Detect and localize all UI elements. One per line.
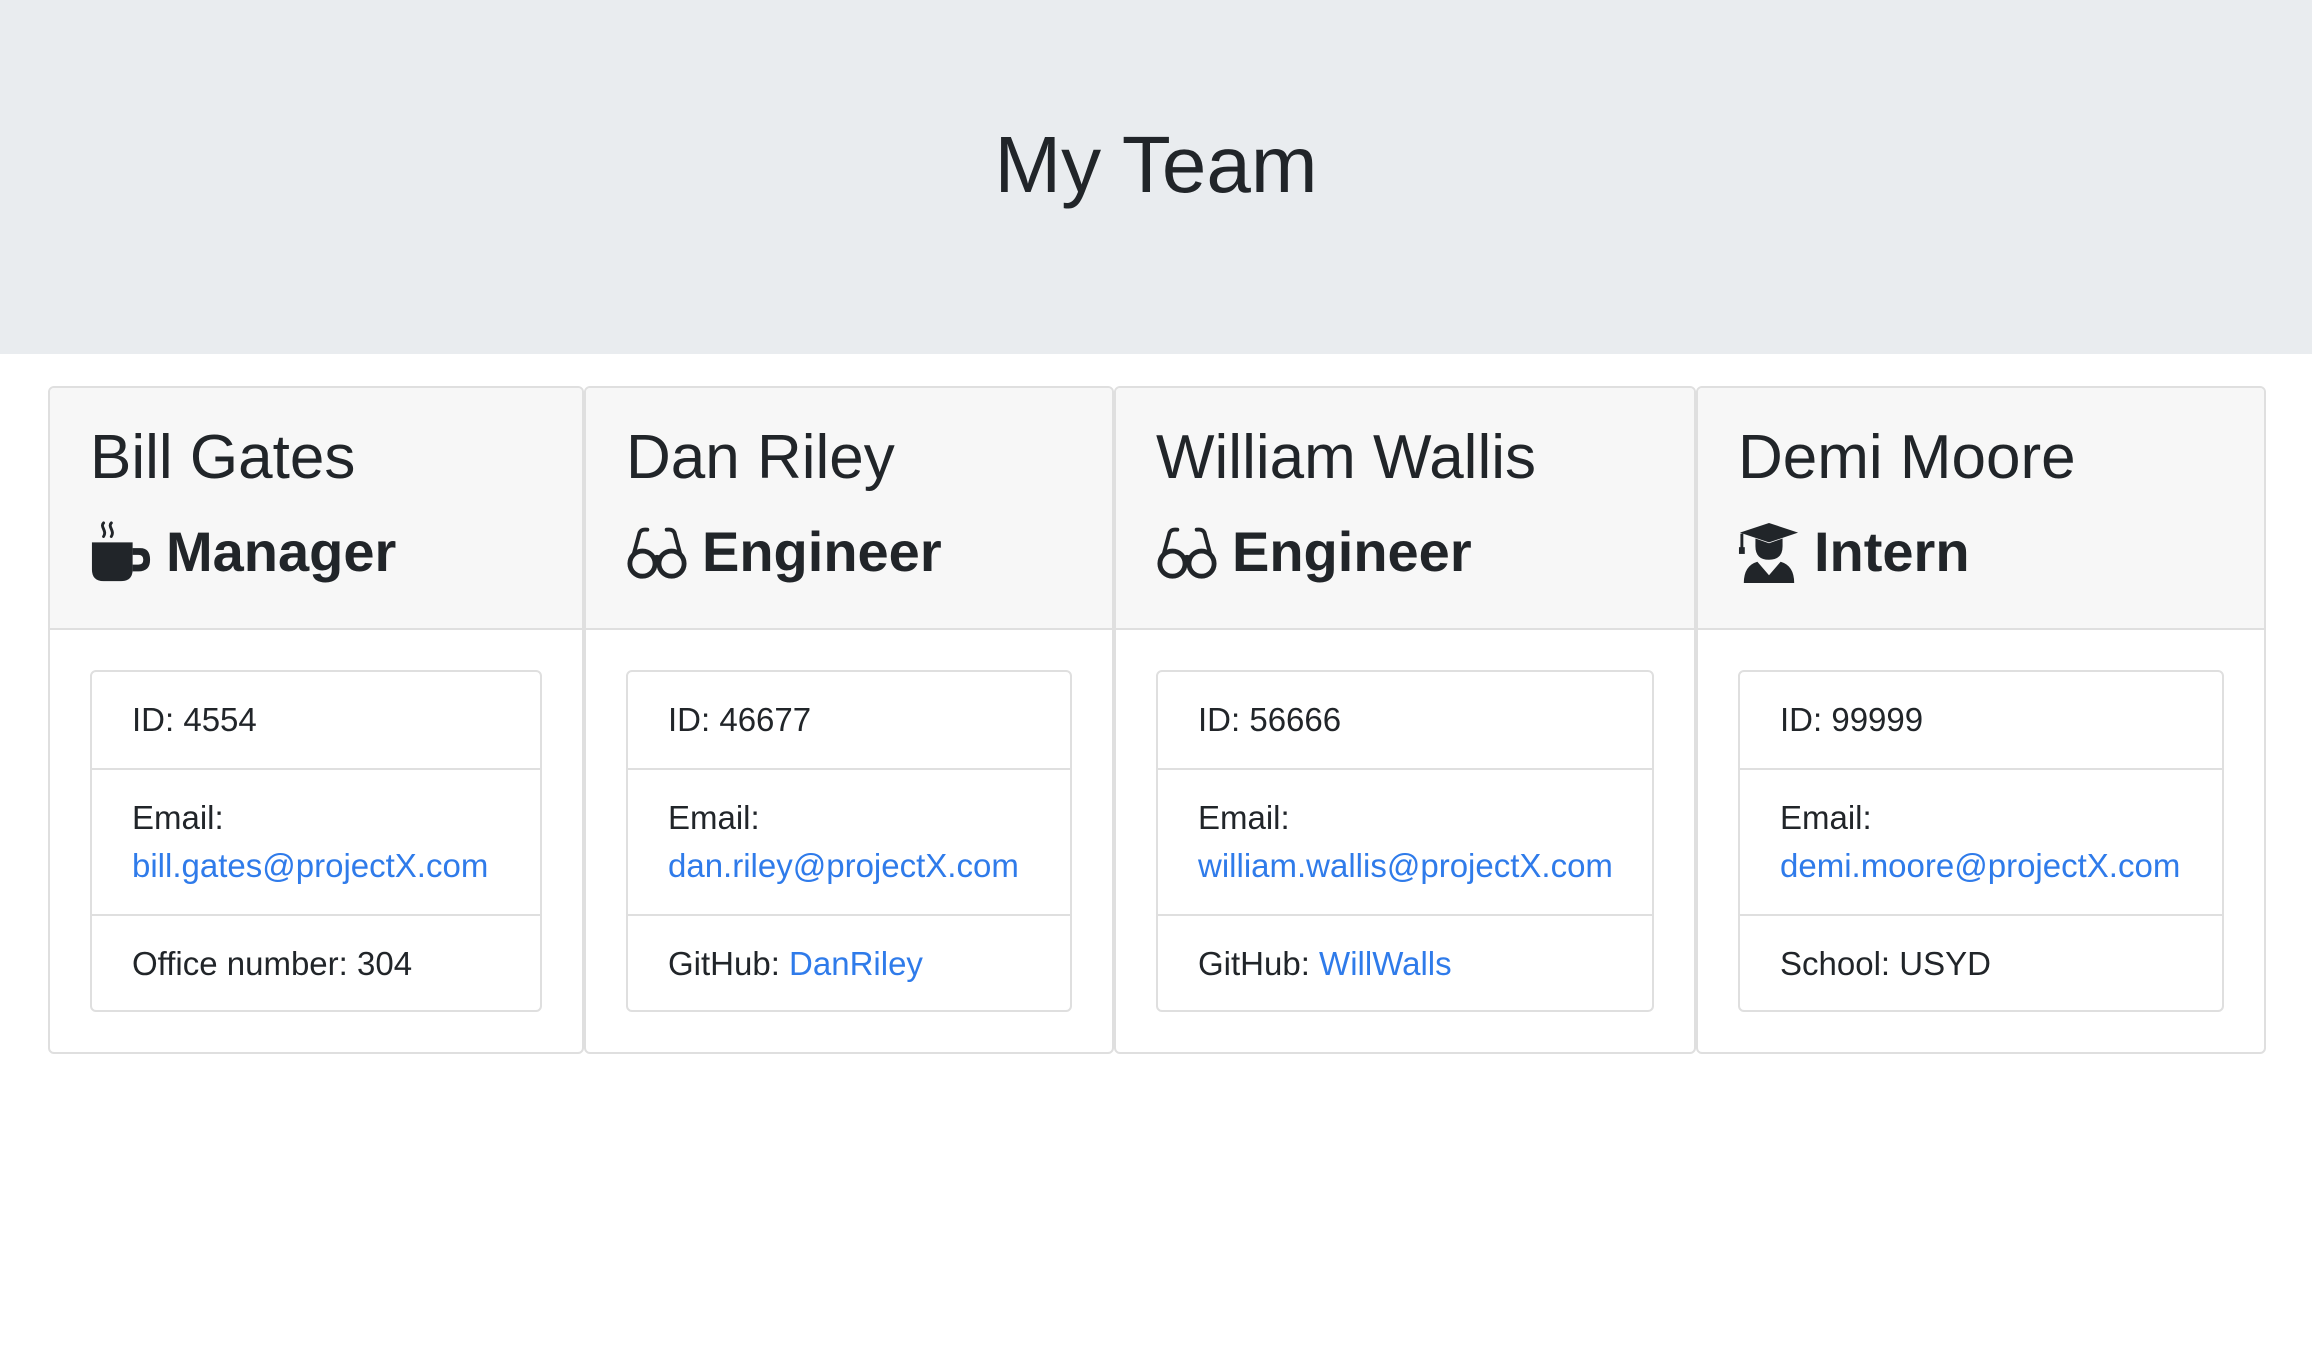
- glasses-icon: [626, 521, 688, 583]
- card-body: ID: 4554 Email: bill.gates@projectX.com …: [90, 670, 542, 1012]
- id-item: ID: 56666: [1198, 701, 1342, 738]
- employee-card-manager: Bill Gates Manager ID: 4554 Email: bill.…: [48, 386, 584, 1054]
- glasses-icon: [1156, 521, 1218, 583]
- github-item: GitHub: DanRiley: [628, 914, 1070, 1010]
- email-link[interactable]: dan.riley@projectX.com: [668, 842, 1030, 890]
- github-label: GitHub:: [668, 945, 790, 982]
- school-item: School: USYD: [1740, 914, 2222, 1010]
- details-list: ID: 56666 Email: william.wallis@projectX…: [1156, 670, 1654, 1012]
- email-label: Email:: [668, 799, 760, 836]
- employee-name: Bill Gates: [90, 423, 356, 492]
- role-label: Engineer: [702, 520, 942, 583]
- employee-name: William Wallis: [1156, 423, 1536, 492]
- role-label: Engineer: [1232, 520, 1472, 583]
- id-item: ID: 4554: [132, 701, 257, 738]
- office-number-item: Office number: 304: [92, 914, 540, 1010]
- card-body: ID: 56666 Email: william.wallis@projectX…: [1156, 670, 1654, 1012]
- employee-role: Engineer: [626, 512, 942, 592]
- details-list: ID: 4554 Email: bill.gates@projectX.com …: [90, 670, 542, 1012]
- email-item: Email: bill.gates@projectX.com: [92, 768, 540, 914]
- email-link[interactable]: william.wallis@projectX.com: [1198, 842, 1613, 890]
- email-link[interactable]: demi.moore@projectX.com: [1780, 842, 2182, 890]
- email-label: Email:: [1198, 799, 1290, 836]
- email-link[interactable]: bill.gates@projectX.com: [132, 842, 500, 890]
- github-link[interactable]: WillWalls: [1319, 945, 1452, 982]
- employee-role: Manager: [90, 512, 396, 592]
- email-label: Email:: [1780, 799, 1872, 836]
- page-header: My Team: [0, 0, 2312, 354]
- employee-card-intern: Demi Moore Intern ID: 99999 Email: demi.…: [1696, 386, 2266, 1054]
- details-list: ID: 99999 Email: demi.moore@projectX.com…: [1738, 670, 2224, 1012]
- employee-card-engineer: William Wallis Engineer ID: 56666 Email:…: [1114, 386, 1696, 1054]
- card-header: Demi Moore Intern: [1698, 388, 2264, 630]
- page-title: My Team: [994, 120, 1318, 209]
- github-label: GitHub:: [1198, 945, 1320, 982]
- id-item: ID: 99999: [1780, 701, 1924, 738]
- card-body: ID: 99999 Email: demi.moore@projectX.com…: [1738, 670, 2224, 1012]
- coffee-mug-icon: [90, 521, 152, 583]
- github-item: GitHub: WillWalls: [1158, 914, 1652, 1010]
- role-label: Intern: [1814, 520, 1970, 583]
- email-item: Email: dan.riley@projectX.com: [628, 768, 1070, 914]
- employee-name: Demi Moore: [1738, 423, 2076, 492]
- graduate-icon: [1738, 521, 1800, 583]
- employee-name: Dan Riley: [626, 423, 895, 492]
- email-item: Email: demi.moore@projectX.com: [1740, 768, 2222, 914]
- card-header: Bill Gates Manager: [50, 388, 582, 630]
- employee-role: Engineer: [1156, 512, 1472, 592]
- details-list: ID: 46677 Email: dan.riley@projectX.com …: [626, 670, 1072, 1012]
- card-header: William Wallis Engineer: [1116, 388, 1694, 630]
- card-body: ID: 46677 Email: dan.riley@projectX.com …: [626, 670, 1072, 1012]
- email-item: Email: william.wallis@projectX.com: [1158, 768, 1652, 914]
- role-label: Manager: [166, 520, 397, 583]
- github-link[interactable]: DanRiley: [789, 945, 923, 982]
- card-header: Dan Riley Engineer: [586, 388, 1112, 630]
- employee-card-engineer: Dan Riley Engineer ID: 46677 Email: dan.…: [584, 386, 1114, 1054]
- employee-role: Intern: [1738, 512, 1970, 592]
- email-label: Email:: [132, 799, 224, 836]
- id-item: ID: 46677: [668, 701, 812, 738]
